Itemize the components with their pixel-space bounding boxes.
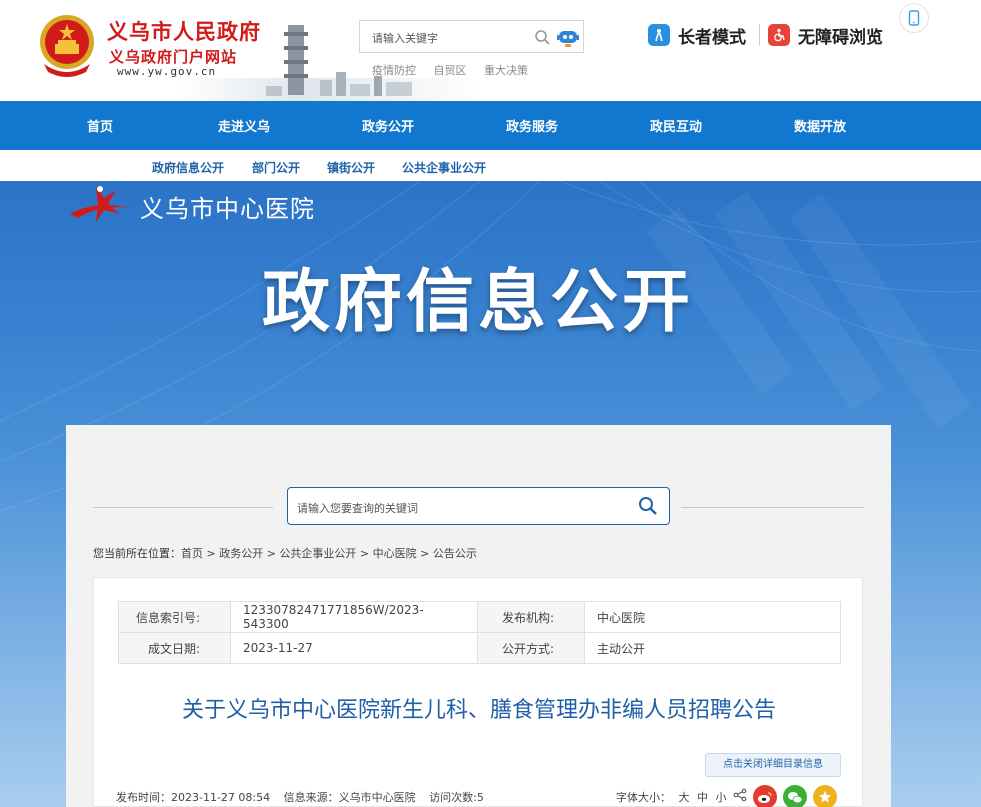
header-search-input[interactable]: 请输入关键字 [372, 30, 438, 46]
hot-link-epidemic[interactable]: 疫情防控 [372, 64, 416, 77]
article-card: 信息索引号: 12330782471771856W/2023-543300 发布… [93, 577, 863, 807]
info-meta-table: 信息索引号: 12330782471771856W/2023-543300 发布… [118, 601, 841, 664]
index-label: 信息索引号: [118, 601, 231, 633]
main-nav: 首页 走进义乌 政务公开 政务服务 政民互动 数据开放 [0, 101, 981, 150]
hot-links: 疫情防控 自贸区 重大决策 [372, 62, 542, 78]
star-icon [819, 791, 831, 803]
accessible-mode-label: 无障碍浏览 [798, 27, 883, 48]
search-icon[interactable] [638, 496, 658, 516]
publisher-value: 中心医院 [584, 601, 841, 633]
hospital-logo-icon [70, 186, 132, 222]
nav-home[interactable]: 首页 [87, 116, 113, 135]
robot-assistant-icon[interactable] [556, 25, 580, 49]
date-label: 成文日期: [118, 632, 231, 664]
banner-title: 政府信息公开 [261, 263, 694, 342]
elder-icon [648, 24, 670, 46]
mobile-phone-icon [908, 10, 920, 26]
method-label: 公开方式: [477, 632, 585, 664]
national-emblem-icon [40, 15, 94, 77]
weibo-share-icon[interactable] [753, 785, 777, 807]
nav-open-data[interactable]: 数据开放 [794, 116, 846, 135]
weibo-icon [758, 791, 772, 803]
font-size-label: 字体大小： [616, 791, 671, 804]
breadcrumb-central-hospital[interactable]: 中心医院 [373, 547, 417, 560]
search-icon[interactable] [534, 29, 551, 46]
subnav-departments[interactable]: 部门公开 [252, 159, 300, 176]
breadcrumb: 您当前所在位置：首页 > 政务公开 > 公共企事业公开 > 中心医院 > 公告公… [93, 547, 477, 560]
table-row: 信息索引号: 12330782471771856W/2023-543300 发布… [118, 601, 841, 633]
nav-about-yiwu[interactable]: 走进义乌 [218, 116, 270, 135]
mobile-version-button[interactable] [899, 3, 929, 33]
divider-left [93, 507, 273, 508]
breadcrumb-label: 您当前所在位置： [93, 547, 181, 560]
info-source: 信息来源：义乌市中心医院 [283, 791, 416, 804]
method-value: 主动公开 [584, 632, 841, 664]
toggle-detail-button[interactable]: 点击关闭详细目录信息 [705, 753, 841, 777]
index-value: 12330782471771856W/2023-543300 [230, 601, 478, 633]
share-icon[interactable] [733, 788, 747, 802]
nav-gov-affairs-open[interactable]: 政务公开 [362, 116, 414, 135]
content-search-input[interactable]: 请输入您要查询的关键词 [297, 500, 418, 516]
hospital-name: 义乌市中心医院 [140, 195, 315, 223]
accessible-mode-button[interactable]: 无障碍浏览 [768, 23, 883, 48]
hot-link-major-decisions[interactable]: 重大决策 [484, 64, 528, 77]
wechat-icon [788, 791, 803, 803]
date-value: 2023-11-27 [230, 632, 478, 664]
content-panel: 请输入您要查询的关键词 您当前所在位置：首页 > 政务公开 > 公共企事业公开 … [66, 425, 891, 807]
document-title: 关于义乌市中心医院新生儿科、膳食管理办非编人员招聘公告 [181, 698, 776, 723]
publish-info: 发布时间：2023-11-27 08:54 信息来源：义乌市中心医院 访问次数:… [116, 789, 494, 805]
visit-count: 访问次数:5 [429, 791, 484, 804]
mode-separator [759, 24, 760, 46]
font-size-medium[interactable]: 中 [697, 791, 708, 804]
font-size-large[interactable]: 大 [679, 791, 690, 804]
breadcrumb-announcements[interactable]: 公告公示 [433, 547, 477, 560]
breadcrumb-public-enterprises[interactable]: 公共企事业公开 [279, 547, 356, 560]
font-size-small[interactable]: 小 [716, 791, 727, 804]
subnav-gov-info[interactable]: 政府信息公开 [152, 159, 224, 176]
nav-interaction[interactable]: 政民互动 [650, 116, 702, 135]
header-search-box[interactable]: 请输入关键字 [359, 20, 584, 53]
table-row: 成文日期: 2023-11-27 公开方式: 主动公开 [118, 632, 841, 664]
publisher-label: 发布机构: [477, 601, 585, 633]
elder-mode-label: 长者模式 [678, 27, 746, 48]
wechat-share-icon[interactable] [783, 785, 807, 807]
nav-gov-services[interactable]: 政务服务 [506, 116, 558, 135]
sub-nav: 政府信息公开 部门公开 镇街公开 公共企事业公开 [0, 150, 981, 183]
site-header: 义乌市人民政府 义乌政府门户网站 www.yw.gov.cn 请输入关键字 疫情… [0, 0, 981, 101]
font-size-control: 字体大小： 大 中 小 [616, 789, 727, 805]
subnav-public-enterprises[interactable]: 公共企事业公开 [402, 159, 486, 176]
publish-time: 发布时间：2023-11-27 08:54 [116, 791, 271, 804]
favorite-icon[interactable] [813, 785, 837, 807]
subnav-towns[interactable]: 镇街公开 [327, 159, 375, 176]
hot-link-free-trade-zone[interactable]: 自贸区 [434, 64, 467, 77]
breadcrumb-gov-affairs[interactable]: 政务公开 [219, 547, 263, 560]
divider-right [681, 507, 864, 508]
accessibility-icon [768, 24, 790, 46]
content-search-box[interactable]: 请输入您要查询的关键词 [287, 487, 670, 525]
elder-mode-button[interactable]: 长者模式 [648, 23, 746, 48]
breadcrumb-home[interactable]: 首页 [181, 547, 203, 560]
